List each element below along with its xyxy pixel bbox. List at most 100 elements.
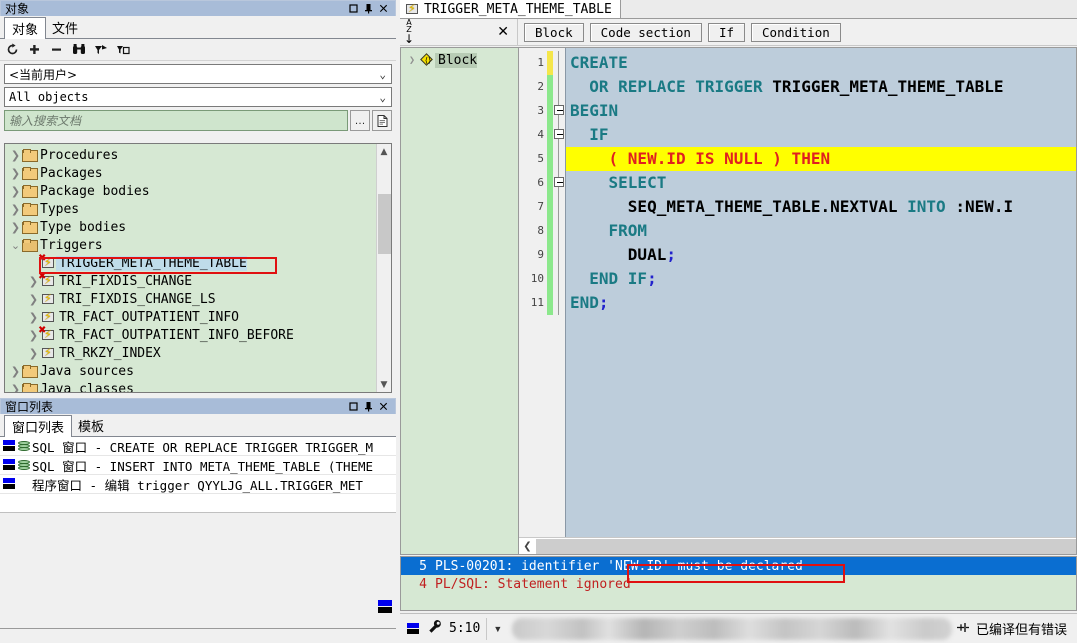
fold-toggle[interactable] xyxy=(553,99,565,123)
add-icon[interactable] xyxy=(26,41,43,58)
sort-az-icon[interactable]: A Z ↓ xyxy=(404,19,414,46)
scroll-left-arrow-icon[interactable]: ❮ xyxy=(519,538,536,554)
tree-item-tri-fixdis-change[interactable]: ❯ ⚡ ✖ TRI_FIXDIS_CHANGE xyxy=(5,271,376,290)
ellipsis-button[interactable]: … xyxy=(350,110,370,131)
code-token: END IF xyxy=(570,269,648,288)
tree-item-procedures[interactable]: ❯ Procedures xyxy=(5,146,376,164)
owner-combo[interactable]: <当前用户> ⌄ xyxy=(4,64,392,84)
code-line[interactable]: SELECT xyxy=(566,171,1076,195)
chevron-right-icon[interactable]: ❯ xyxy=(9,221,22,234)
pin-icon[interactable] xyxy=(364,401,373,412)
code-line[interactable]: FROM xyxy=(566,219,1076,243)
filter-icon[interactable] xyxy=(92,41,109,58)
line-number: 1 xyxy=(537,56,544,69)
code-line[interactable]: OR REPLACE TRIGGER TRIGGER_META_THEME_TA… xyxy=(566,75,1076,99)
chevron-right-icon[interactable]: ❯ xyxy=(9,365,22,378)
hscroll-thumb[interactable] xyxy=(536,538,1076,554)
fold-toggle[interactable] xyxy=(553,123,565,147)
chevron-right-icon[interactable]: ❯ xyxy=(27,293,40,306)
code-line[interactable]: IF xyxy=(566,123,1076,147)
condition-button[interactable]: Condition xyxy=(751,22,841,42)
status-dropdown[interactable]: ▼ xyxy=(487,614,508,643)
tree-item-trigger-meta-theme-table[interactable]: ⚡ ✖ TRIGGER_META_THEME_TABLE xyxy=(5,253,376,272)
window-list-item[interactable]: 程序窗口 - 编辑 trigger QYYLJG_ALL.TRIGGER_MET xyxy=(0,475,396,494)
structure-item-block[interactable]: ❯ ⟨⟩ Block xyxy=(401,52,518,69)
chevron-right-icon[interactable]: ❯ xyxy=(27,347,40,360)
trigger-icon: ⚡ xyxy=(404,2,420,16)
objects-tree[interactable]: ❯ Procedures ❯ Packages ❯ Package bodies ❯ Type… xyxy=(4,143,392,393)
object-filter-combo[interactable]: All objects ⌄ xyxy=(4,87,392,107)
cursor-position: 5:10 xyxy=(449,621,481,636)
code-section-button[interactable]: Code section xyxy=(589,22,702,42)
code-line[interactable]: END IF; xyxy=(566,267,1076,291)
chevron-right-icon[interactable]: ❯ xyxy=(9,383,22,393)
document-tab[interactable]: ⚡ TRIGGER_META_THEME_TABLE xyxy=(400,0,621,18)
objects-tree-rows: ❯ Procedures ❯ Packages ❯ Package bodies ❯ Type… xyxy=(5,144,376,392)
tree-item-package-bodies[interactable]: ❯ Package bodies xyxy=(5,182,376,200)
tree-item-types[interactable]: ❯ Types xyxy=(5,200,376,218)
code-line[interactable]: CREATE xyxy=(566,51,1076,75)
code-line[interactable]: END; xyxy=(566,291,1076,315)
code-line[interactable]: DUAL; xyxy=(566,243,1076,267)
chevron-right-icon[interactable]: ❯ xyxy=(409,55,421,66)
code-horizontal-scrollbar[interactable]: ❮ xyxy=(519,537,1076,554)
code-folding-bar[interactable] xyxy=(553,48,565,537)
code-line[interactable]: SEQ_META_THEME_TABLE.NEXTVAL INTO :NEW.I xyxy=(566,195,1076,219)
caret-down-icon[interactable]: ▼ xyxy=(493,624,502,634)
pin-icon[interactable] xyxy=(364,3,373,14)
error-row[interactable]: 4 PL/SQL: Statement ignored xyxy=(401,575,1076,593)
structure-panel[interactable]: ❯ ⟨⟩ Block xyxy=(400,47,518,555)
filter-copy-icon[interactable] xyxy=(114,41,131,58)
if-button[interactable]: If xyxy=(707,22,746,42)
fold-toggle[interactable] xyxy=(553,171,565,195)
tab-window-list[interactable]: 窗口列表 xyxy=(4,415,73,437)
error-line-number: 5 xyxy=(419,558,427,574)
close-icon[interactable]: ✕ xyxy=(497,24,509,40)
search-input[interactable]: 输入搜索文档 xyxy=(4,110,348,131)
code-editor[interactable]: 1 2 3 4 5 6 7 8 9 10 11 CREATE OR REPLACE TRIGGER … xyxy=(518,47,1077,555)
maximize-icon[interactable] xyxy=(349,3,358,14)
tree-item-tr-rkzy-index[interactable]: ❯ ⚡ TR_RKZY_INDEX xyxy=(5,344,376,362)
remove-icon[interactable] xyxy=(48,41,65,58)
tree-item-type-bodies[interactable]: ❯ Type bodies xyxy=(5,218,376,236)
code-text[interactable]: CREATE OR REPLACE TRIGGER TRIGGER_META_T… xyxy=(565,48,1076,537)
tab-objects[interactable]: 对象 xyxy=(4,17,47,39)
tree-item-java-classes[interactable]: ❯ Java classes xyxy=(5,380,376,392)
scroll-up-arrow-icon[interactable]: ▲ xyxy=(377,144,392,159)
tree-item-java-sources[interactable]: ❯ Java sources xyxy=(5,362,376,380)
error-row[interactable]: 5 PLS-00201: identifier 'NEW.ID' must be … xyxy=(401,557,1076,575)
code-line[interactable]: BEGIN xyxy=(566,99,1076,123)
window-list-rows[interactable]: SQL 窗口 - CREATE OR REPLACE TRIGGER TRIGG… xyxy=(0,437,396,513)
tree-vertical-scrollbar[interactable]: ▲ ▼ xyxy=(376,144,391,392)
document-button[interactable] xyxy=(372,110,392,131)
block-button[interactable]: Block xyxy=(524,22,584,42)
chevron-right-icon[interactable]: ❯ xyxy=(9,203,22,216)
tab-files[interactable]: 文件 xyxy=(45,17,85,38)
window-list-item[interactable]: SQL 窗口 - INSERT INTO META_THEME_TABLE (T… xyxy=(0,456,396,475)
fold-empty xyxy=(553,51,565,75)
tab-window-list-label: 窗口列表 xyxy=(12,421,65,436)
window-list-item[interactable]: SQL 窗口 - CREATE OR REPLACE TRIGGER TRIGG… xyxy=(0,437,396,456)
chevron-down-icon[interactable]: ⌄ xyxy=(9,239,22,252)
error-list-panel[interactable]: 5 PLS-00201: identifier 'NEW.ID' must be … xyxy=(400,556,1077,611)
tree-item-tr-fact-outpatient-info-before[interactable]: ❯ ⚡ ✖ TR_FACT_OUTPATIENT_INFO_BEFORE xyxy=(5,325,376,344)
close-icon[interactable] xyxy=(379,3,388,14)
chevron-right-icon[interactable]: ❯ xyxy=(27,311,40,324)
refresh-icon[interactable] xyxy=(4,41,21,58)
tree-item-tr-fact-outpatient-info[interactable]: ❯ ⚡ TR_FACT_OUTPATIENT_INFO xyxy=(5,308,376,326)
scroll-track[interactable] xyxy=(377,159,392,377)
scroll-thumb[interactable] xyxy=(378,194,391,254)
chevron-right-icon[interactable]: ❯ xyxy=(9,167,22,180)
chevron-right-icon[interactable]: ❯ xyxy=(9,185,22,198)
maximize-icon[interactable] xyxy=(349,401,358,412)
tree-item-triggers[interactable]: ⌄ Triggers xyxy=(5,236,376,254)
wrench-icon[interactable] xyxy=(428,619,443,638)
tab-templates[interactable]: 模板 xyxy=(71,415,111,436)
binoculars-icon[interactable] xyxy=(70,41,87,58)
scroll-down-arrow-icon[interactable]: ▼ xyxy=(377,377,392,392)
close-icon[interactable] xyxy=(379,401,388,412)
tree-item-tri-fixdis-change-ls[interactable]: ❯ ⚡ TRI_FIXDIS_CHANGE_LS xyxy=(5,290,376,308)
code-line[interactable]: ( NEW.ID IS NULL ) THEN xyxy=(566,147,1076,171)
chevron-right-icon[interactable]: ❯ xyxy=(9,149,22,162)
tree-item-packages[interactable]: ❯ Packages xyxy=(5,164,376,182)
